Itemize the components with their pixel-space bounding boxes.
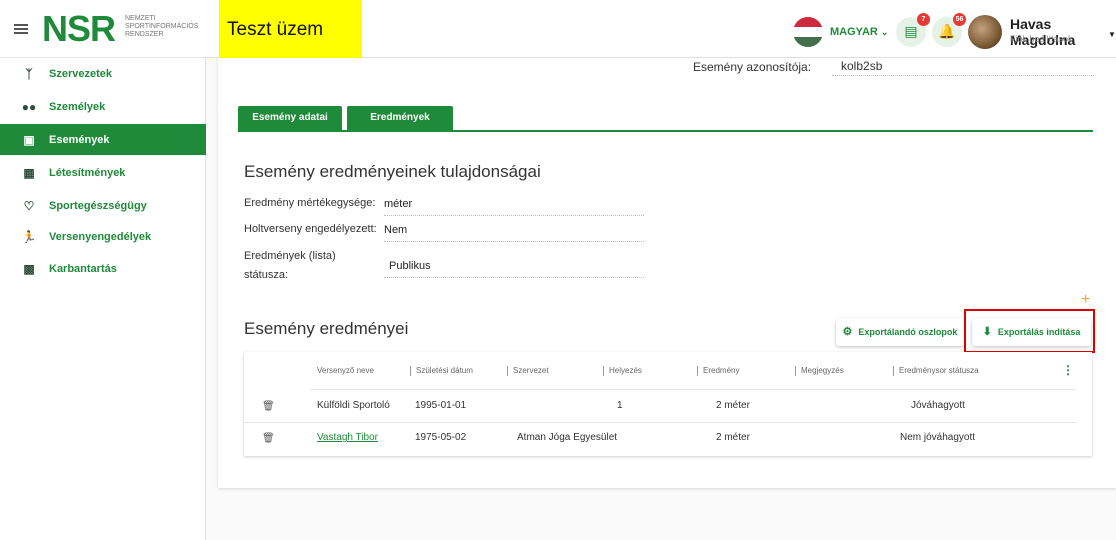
column-header-name[interactable]: Versenyző neve <box>317 366 374 376</box>
logo[interactable]: NSR <box>42 9 116 49</box>
export-columns-button[interactable]: ⚙ Exportálandó oszlopok <box>836 318 964 346</box>
notifications-button[interactable]: 🔔 56 <box>932 13 966 47</box>
sidebar-item-szervezetek[interactable]: ᛉ Szervezetek <box>0 58 206 89</box>
row-divider <box>310 389 1076 390</box>
account-settings-link[interactable]: Fiók beállítások <box>1010 34 1073 44</box>
runner-icon: 🏃 <box>21 229 37 244</box>
logo-subtitle: NEMZETI SPORTINFORMÁCIÓS RENDSZER <box>125 15 199 38</box>
table-cell-dob: 1995-01-01 <box>415 400 467 411</box>
add-icon[interactable]: + <box>1081 292 1090 308</box>
sidebar-item-label: Események <box>49 133 110 146</box>
avatar[interactable] <box>968 15 1002 49</box>
sidebar-item-label: Létesítmények <box>49 166 126 179</box>
sidebar-item-versenyengedelyek[interactable]: 🏃 Versenyengedélyek <box>0 221 206 252</box>
export-columns-label: Exportálandó oszlopok <box>858 327 958 337</box>
top-bar: NSR NEMZETI SPORTINFORMÁCIÓS RENDSZER Te… <box>0 0 1116 100</box>
event-id-label: Esemény azonosítója: <box>693 60 812 74</box>
sidebar-item-letesitmenyek[interactable]: ▦ Létesítmények <box>0 157 206 188</box>
unit-label: Eredmény mértékegysége: <box>244 197 376 209</box>
tab-event-data[interactable]: Esemény adatai <box>238 106 342 130</box>
tab-results[interactable]: Eredmények <box>347 106 453 130</box>
table-cell-org: Atman Jóga Egyesület <box>517 432 618 443</box>
list-status-label-line2: státusza: <box>244 269 289 281</box>
table-cell-result: 2 méter <box>716 400 750 411</box>
chevron-down-icon[interactable]: ▼ <box>1108 30 1116 39</box>
bell-icon: 🔔 <box>938 24 956 40</box>
unit-value: méter <box>384 197 644 216</box>
menu-icon[interactable] <box>14 24 28 34</box>
notification-badge: 56 <box>953 13 966 26</box>
cart-button[interactable]: ▤ 7 <box>896 13 930 47</box>
properties-title: Esemény eredményeinek tulajdonságai <box>244 162 541 181</box>
tie-label: Holtverseny engedélyezett: <box>244 223 377 235</box>
highlight-box <box>964 309 1095 353</box>
results-title: Esemény eredményei <box>244 319 409 338</box>
calendar-icon: ▣ <box>23 132 35 147</box>
table-cell-name: Külföldi Sportoló <box>317 400 390 411</box>
list-status-label-line1: Eredmények (lista) <box>244 250 336 262</box>
sidebar: ᛉ Szervezetek ●● Személyek ▣ Események ▦… <box>0 58 206 540</box>
sidebar-item-label: Személyek <box>49 100 106 113</box>
sidebar-item-label: Versenyengedélyek <box>49 230 152 243</box>
sidebar-item-karbantartas[interactable]: ▩ Karbantartás <box>0 253 206 284</box>
column-header-note[interactable]: Megjegyzés <box>795 366 844 376</box>
gear-icon: ⚙ <box>842 326 853 338</box>
event-id-value: kolb2sb <box>832 59 1094 76</box>
tab-underline <box>238 130 1093 132</box>
organization-icon: ᛉ <box>25 66 33 81</box>
chevron-down-icon: ⌄ <box>880 27 889 37</box>
language-selector[interactable]: MAGYAR ⌄ <box>830 26 888 38</box>
table-cell-dob: 1975-05-02 <box>415 432 467 443</box>
column-header-place[interactable]: Helyezés <box>603 366 642 376</box>
tie-value: Nem <box>384 223 644 242</box>
table-cell-place: 1 <box>617 400 623 411</box>
column-header-org[interactable]: Szervezet <box>507 366 549 376</box>
row-divider <box>244 422 1076 423</box>
clipboard-icon: ▩ <box>23 261 35 276</box>
column-header-dob[interactable]: Születési dátum <box>410 366 473 376</box>
sidebar-item-sportegeszsegugy[interactable]: ♡ Sportegészségügy <box>0 190 206 221</box>
column-menu-icon[interactable]: ⋮ <box>1062 364 1074 376</box>
sidebar-item-label: Sportegészségügy <box>49 199 147 212</box>
table-cell-name-link[interactable]: Vastagh Tibor <box>317 432 378 444</box>
sidebar-item-label: Karbantartás <box>49 262 117 275</box>
cart-badge: 7 <box>917 13 930 26</box>
sidebar-item-label: Szervezetek <box>49 67 112 80</box>
table-cell-result: 2 méter <box>716 432 750 443</box>
table-cell-status: Jóváhagyott <box>911 400 965 411</box>
building-icon: ▦ <box>23 165 35 180</box>
people-icon: ●● <box>21 99 37 114</box>
hungarian-flag-icon[interactable] <box>793 17 823 47</box>
inbox-icon: ▤ <box>904 24 918 40</box>
column-header-result[interactable]: Eredmény <box>697 366 739 376</box>
heart-icon: ♡ <box>23 198 35 213</box>
delete-icon[interactable]: 🗑 <box>262 433 275 444</box>
column-header-status[interactable]: Eredménysor státusza <box>893 366 979 376</box>
list-status-value: Publikus <box>384 259 644 278</box>
test-mode-banner: Teszt üzem alatt! <box>219 0 362 100</box>
delete-icon[interactable]: 🗑 <box>262 401 275 412</box>
sidebar-item-esemenyek[interactable]: ▣ Események <box>0 124 206 155</box>
table-cell-status: Nem jóváhagyott <box>900 432 976 443</box>
sidebar-item-szemelyek[interactable]: ●● Személyek <box>0 91 206 122</box>
